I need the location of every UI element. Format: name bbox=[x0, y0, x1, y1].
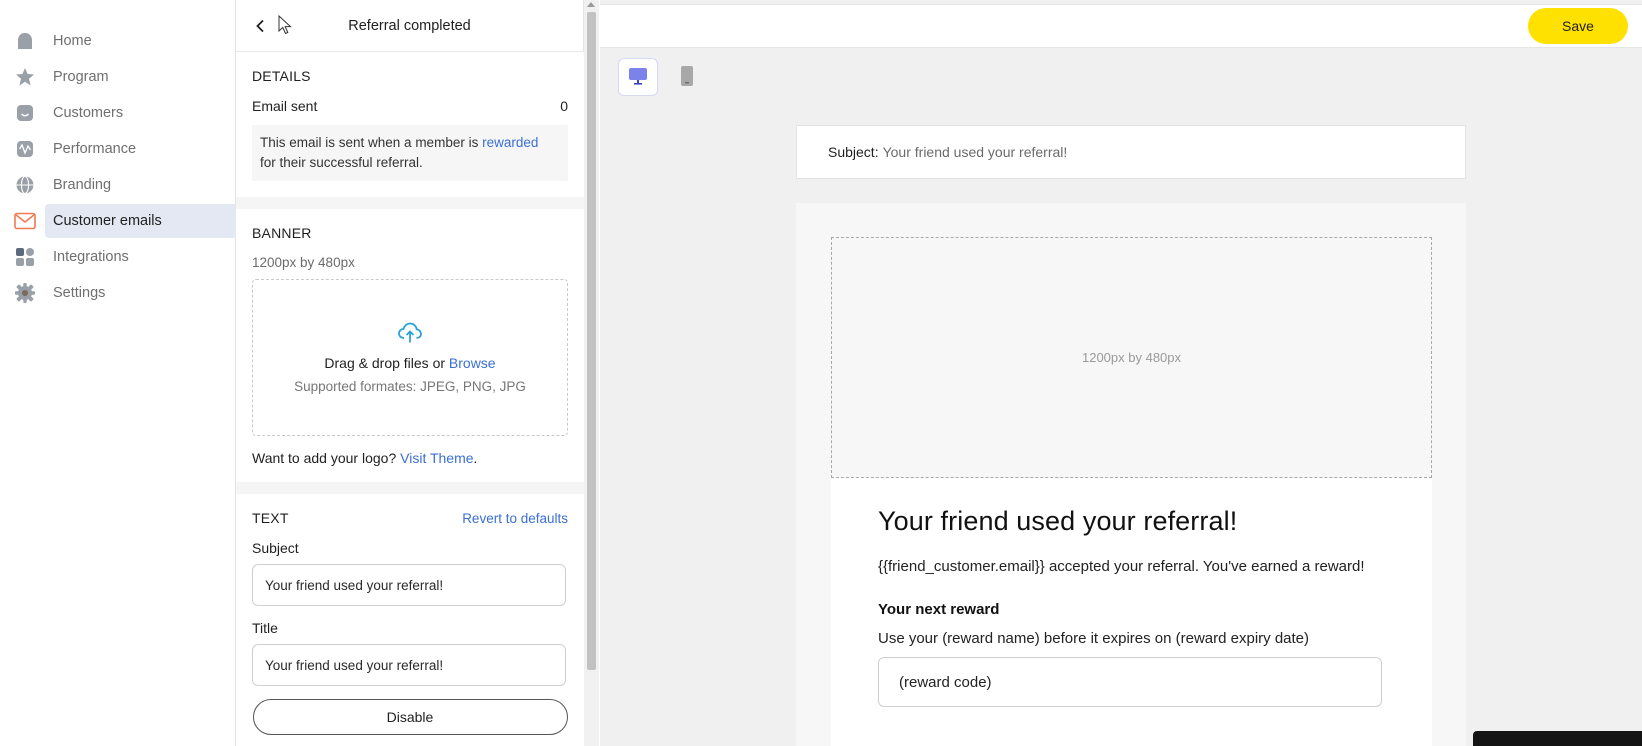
mobile-view-toggle[interactable] bbox=[680, 65, 694, 90]
sidebar-item-performance[interactable]: Performance bbox=[0, 132, 235, 166]
sidebar-item-label: Home bbox=[53, 33, 92, 49]
dropzone-text: Drag & drop files or Browse bbox=[324, 355, 495, 371]
banner-size-hint: 1200px by 480px bbox=[252, 255, 355, 270]
title-label: Title bbox=[252, 620, 278, 636]
sidebar-item-label: Customer emails bbox=[53, 213, 162, 229]
sidebar-item-home[interactable]: Home bbox=[0, 24, 235, 58]
sidebar-item-label: Integrations bbox=[53, 249, 129, 265]
upload-cloud-icon bbox=[398, 322, 422, 347]
sidebar-item-label: Performance bbox=[53, 141, 137, 157]
banner-dropzone[interactable]: Drag & drop files or Browse Supported fo… bbox=[252, 279, 568, 436]
star-icon bbox=[14, 66, 36, 88]
panel-header: Referral completed bbox=[236, 0, 583, 52]
banner-heading: BANNER bbox=[252, 225, 312, 241]
title-input[interactable] bbox=[252, 644, 566, 686]
desktop-view-toggle[interactable] bbox=[618, 58, 658, 96]
subject-preview-label: Subject: bbox=[828, 144, 879, 160]
email-sent-row: Email sent 0 bbox=[252, 98, 568, 114]
reward-heading: Your next reward bbox=[878, 601, 1000, 618]
sidebar-item-customer-emails[interactable]: Customer emails bbox=[0, 204, 236, 238]
section-divider bbox=[236, 197, 584, 209]
envelope-icon bbox=[14, 210, 36, 232]
email-sent-label: Email sent bbox=[252, 98, 318, 114]
sidebar-item-customers[interactable]: Customers bbox=[0, 96, 235, 130]
sidebar: Home Program Customers Performance Brand… bbox=[0, 0, 236, 746]
details-section: DETAILS Email sent 0 This email is sent … bbox=[236, 52, 584, 197]
scrollbar-thumb[interactable] bbox=[587, 12, 596, 670]
toast-notification bbox=[1473, 731, 1642, 746]
rewarded-link[interactable]: rewarded bbox=[482, 135, 538, 150]
subject-input[interactable] bbox=[252, 564, 566, 606]
panel-footer: Disable bbox=[236, 688, 584, 746]
panel-scroll-area[interactable]: DETAILS Email sent 0 This email is sent … bbox=[236, 52, 584, 688]
mobile-icon bbox=[680, 65, 694, 90]
sidebar-item-label: Settings bbox=[53, 285, 106, 301]
desktop-icon bbox=[628, 66, 648, 89]
email-preview-card: 1200px by 480px Your friend used your re… bbox=[796, 203, 1466, 746]
trigger-info-box: This email is sent when a member is rewa… bbox=[252, 125, 568, 181]
panel-scrollbar[interactable] bbox=[584, 0, 599, 746]
sidebar-item-label: Customers bbox=[53, 105, 124, 121]
logo-question: Want to add your logo? bbox=[252, 450, 401, 466]
banner-section: BANNER 1200px by 480px Drag & drop files… bbox=[236, 209, 584, 482]
sidebar-item-label: Program bbox=[53, 69, 109, 85]
panel-title: Referral completed bbox=[348, 17, 471, 34]
logo-hint: Want to add your logo? Visit Theme. bbox=[252, 450, 568, 466]
info-text-after: for their successful referral. bbox=[260, 155, 423, 170]
banner-placeholder: 1200px by 480px bbox=[831, 237, 1432, 478]
top-toolbar: Save bbox=[600, 4, 1642, 48]
text-section: TEXT Revert to defaults Subject Title bbox=[236, 494, 584, 688]
scroll-up-icon[interactable] bbox=[587, 2, 595, 7]
email-title: Your friend used your referral! bbox=[878, 506, 1238, 536]
globe-icon bbox=[14, 174, 36, 196]
mouse-cursor-icon bbox=[278, 14, 292, 38]
email-message: {{friend_customer.email}} accepted your … bbox=[878, 558, 1365, 575]
sidebar-item-program[interactable]: Program bbox=[0, 60, 235, 94]
reward-description: Use your (reward name) before it expires… bbox=[878, 630, 1310, 647]
sidebar-item-settings[interactable]: Settings bbox=[0, 276, 235, 310]
visit-theme-link[interactable]: Visit Theme bbox=[400, 450, 473, 466]
logo-period: . bbox=[473, 450, 478, 466]
smiley-icon bbox=[14, 102, 36, 124]
subject-preview: Subject: Your friend used your referral! bbox=[796, 125, 1466, 179]
revert-to-defaults-link[interactable]: Revert to defaults bbox=[462, 511, 568, 526]
subject-preview-value: Your friend used your referral! bbox=[882, 144, 1068, 160]
back-icon[interactable] bbox=[250, 16, 270, 36]
subject-label: Subject bbox=[252, 540, 299, 556]
sidebar-item-label: Branding bbox=[53, 177, 112, 193]
gear-icon bbox=[14, 282, 36, 304]
email-settings-panel: Referral completed DETAILS Email sent 0 … bbox=[236, 0, 599, 746]
browse-link[interactable]: Browse bbox=[449, 355, 496, 371]
section-divider bbox=[236, 482, 584, 494]
grid-icon bbox=[14, 246, 36, 268]
details-heading: DETAILS bbox=[252, 68, 311, 84]
sidebar-item-branding[interactable]: Branding bbox=[0, 168, 235, 202]
disable-button[interactable]: Disable bbox=[252, 699, 568, 735]
info-text-before: This email is sent when a member is bbox=[260, 135, 483, 150]
email-sent-count: 0 bbox=[560, 98, 568, 114]
supported-formats: Supported formates: JPEG, PNG, JPG bbox=[294, 378, 526, 394]
text-heading: TEXT bbox=[252, 510, 289, 526]
home-icon bbox=[14, 30, 36, 52]
email-preview-area: Save Subject: Your friend used your refe… bbox=[600, 0, 1642, 746]
email-body: Your friend used your referral! {{friend… bbox=[831, 478, 1432, 746]
sidebar-item-integrations[interactable]: Integrations bbox=[0, 240, 235, 274]
save-button[interactable]: Save bbox=[1528, 8, 1628, 44]
text-section-header: TEXT Revert to defaults bbox=[252, 510, 568, 526]
sidebar-nav: Home Program Customers Performance Brand… bbox=[0, 0, 236, 310]
drag-drop-label: Drag & drop files or bbox=[324, 354, 449, 371]
reward-code-box: (reward code) bbox=[878, 657, 1382, 707]
wave-icon bbox=[14, 138, 36, 160]
